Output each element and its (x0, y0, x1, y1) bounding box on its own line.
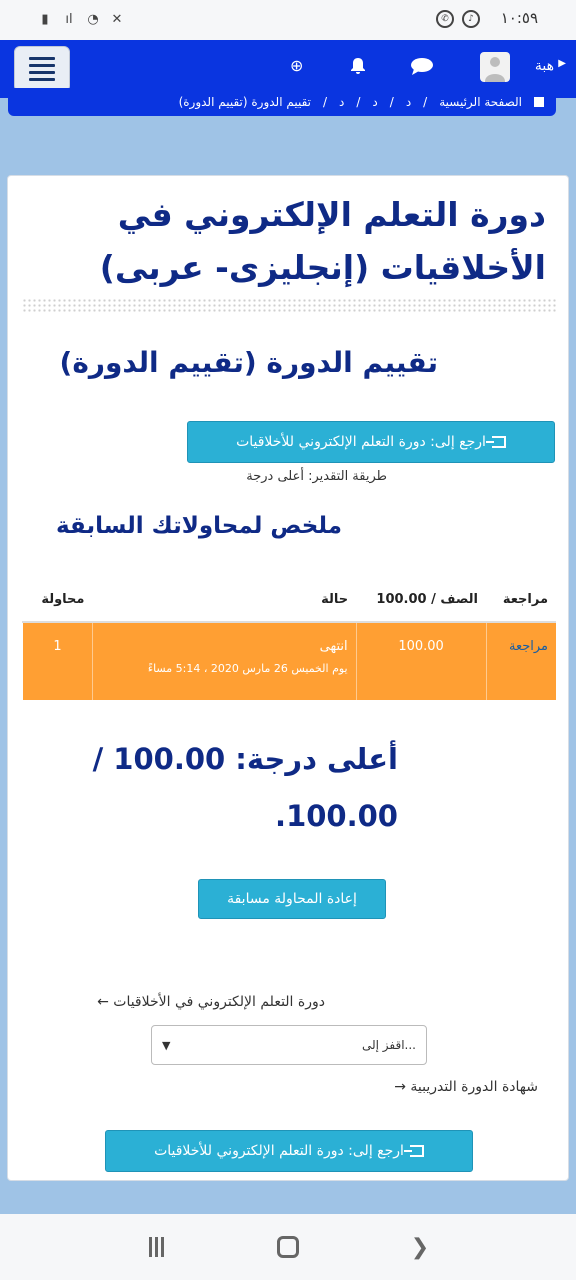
jump-to-select[interactable]: ...اقفز إلى ▼ (151, 1025, 427, 1065)
breadcrumb-item[interactable]: د (406, 95, 411, 109)
table-header-row: مراجعة الصف / 100.00 حالة محاولة (22, 576, 556, 623)
content-card: دورة التعلم الإلكتروني في الأخلاقيات (إن… (7, 175, 569, 1181)
table-row: مراجعة 100.00 انتهى يوم الخميس 26 مارس 2… (22, 622, 556, 700)
signal-icon: ıl (65, 11, 73, 27)
grade-cell: 100.00 (355, 622, 487, 700)
previous-activity-link[interactable]: دورة التعلم الإلكتروني في الأخلاقيات ← (97, 994, 325, 1010)
bottom-back-button[interactable]: ارجع إلى: دورة التعلم الإلكتروني للأخلاق… (105, 1130, 473, 1172)
state-cell: انتهى يوم الخميس 26 مارس 2020 ، 5:14 مسا… (91, 622, 357, 700)
user-avatar[interactable] (480, 52, 510, 82)
highest-grade: أعلى درجة: 100.00 / 100.00. (92, 742, 398, 833)
breadcrumb-item[interactable]: د (339, 95, 344, 109)
breadcrumb-item[interactable]: تقييم الدورة (تقييم الدورة) (179, 95, 311, 109)
whatsapp-icon: ✆ (436, 10, 454, 28)
state-text: انتهى (319, 639, 348, 654)
breadcrumb-separator: / (322, 95, 328, 109)
menu-icon-line (29, 71, 55, 74)
back-to-course-label: ارجع إلى: دورة التعلم الإلكتروني للأخلاق… (236, 434, 486, 450)
chevron-down-icon: ▼ (162, 1039, 171, 1052)
attempt-cell: 1 (22, 622, 93, 700)
music-icon: ♪ (462, 10, 480, 28)
header-attempt: محاولة (22, 576, 93, 623)
completed-date: يوم الخميس 26 مارس 2020 ، 5:14 مساءً (147, 662, 348, 675)
breadcrumb-item[interactable]: الصفحة الرئيسية (439, 95, 522, 109)
breadcrumb-item[interactable]: د (372, 95, 377, 109)
breadcrumb-separator: / (356, 95, 361, 109)
review-cell: مراجعة (485, 622, 556, 700)
status-icons-left: ▮ ıl ◔ ✕ (36, 10, 126, 28)
status-icons-right: ✆ ♪ (436, 10, 480, 28)
system-nav-bar: ❯ (0, 1214, 576, 1280)
review-link[interactable]: مراجعة (509, 639, 548, 654)
menu-icon-line (29, 64, 55, 67)
breadcrumb: الصفحة الرئيسية / د / د / د / تقييم الدو… (8, 88, 556, 116)
recents-icon[interactable] (141, 1232, 171, 1262)
header-grade: الصف / 100.00 (356, 576, 487, 623)
caret-icon[interactable]: ▶ (558, 58, 566, 69)
status-bar: ▮ ıl ◔ ✕ ✆ ♪ ١٠:٥٩ (0, 0, 576, 40)
back-to-course-button[interactable]: ارجع إلى: دورة التعلم الإلكتروني للأخلاق… (187, 421, 555, 463)
home-circle-icon (277, 1236, 299, 1258)
clock: ١٠:٥٩ (500, 9, 538, 27)
next-activity-link[interactable]: شهادة الدورة التدريبية → (394, 1079, 538, 1095)
course-title: دورة التعلم الإلكتروني في الأخلاقيات (إن… (99, 195, 546, 287)
divider (22, 298, 556, 312)
breadcrumb-separator: / (423, 95, 428, 109)
header-review: مراجعة (486, 576, 556, 623)
battery-icon: ▮ (41, 11, 49, 27)
wifi-icon: ◔ (87, 11, 99, 27)
sign-in-icon (403, 1145, 424, 1157)
chat-icon[interactable] (410, 56, 434, 80)
bottom-back-label: ارجع إلى: دورة التعلم الإلكتروني للأخلاق… (154, 1143, 404, 1159)
grading-method: طريقة التقدير: أعلى درجة (246, 469, 387, 484)
mute-icon: ✕ (111, 11, 123, 27)
retake-quiz-button[interactable]: إعادة المحاولة مسابقة (198, 879, 386, 919)
user-name[interactable]: هبة (535, 58, 554, 74)
home-button[interactable] (273, 1232, 303, 1262)
quiz-title: تقييم الدورة (تقييم الدورة) (59, 346, 438, 379)
menu-button[interactable] (14, 46, 70, 92)
sign-in-icon (485, 436, 506, 448)
header-state: حالة (92, 576, 357, 623)
menu-icon-line (29, 57, 55, 60)
bell-icon[interactable] (348, 56, 368, 80)
home-icon[interactable] (534, 97, 544, 107)
attempts-table: مراجعة الصف / 100.00 حالة محاولة مراجعة … (22, 576, 556, 700)
breadcrumb-separator: / (389, 95, 394, 109)
back-chevron-icon[interactable]: ❯ (405, 1232, 435, 1262)
download-icon[interactable]: ⊕ (290, 56, 303, 75)
summary-heading: ملخص لمحاولاتك السابقة (55, 513, 342, 539)
menu-icon-line (29, 78, 55, 81)
jump-to-value: ...اقفز إلى (361, 1038, 416, 1052)
